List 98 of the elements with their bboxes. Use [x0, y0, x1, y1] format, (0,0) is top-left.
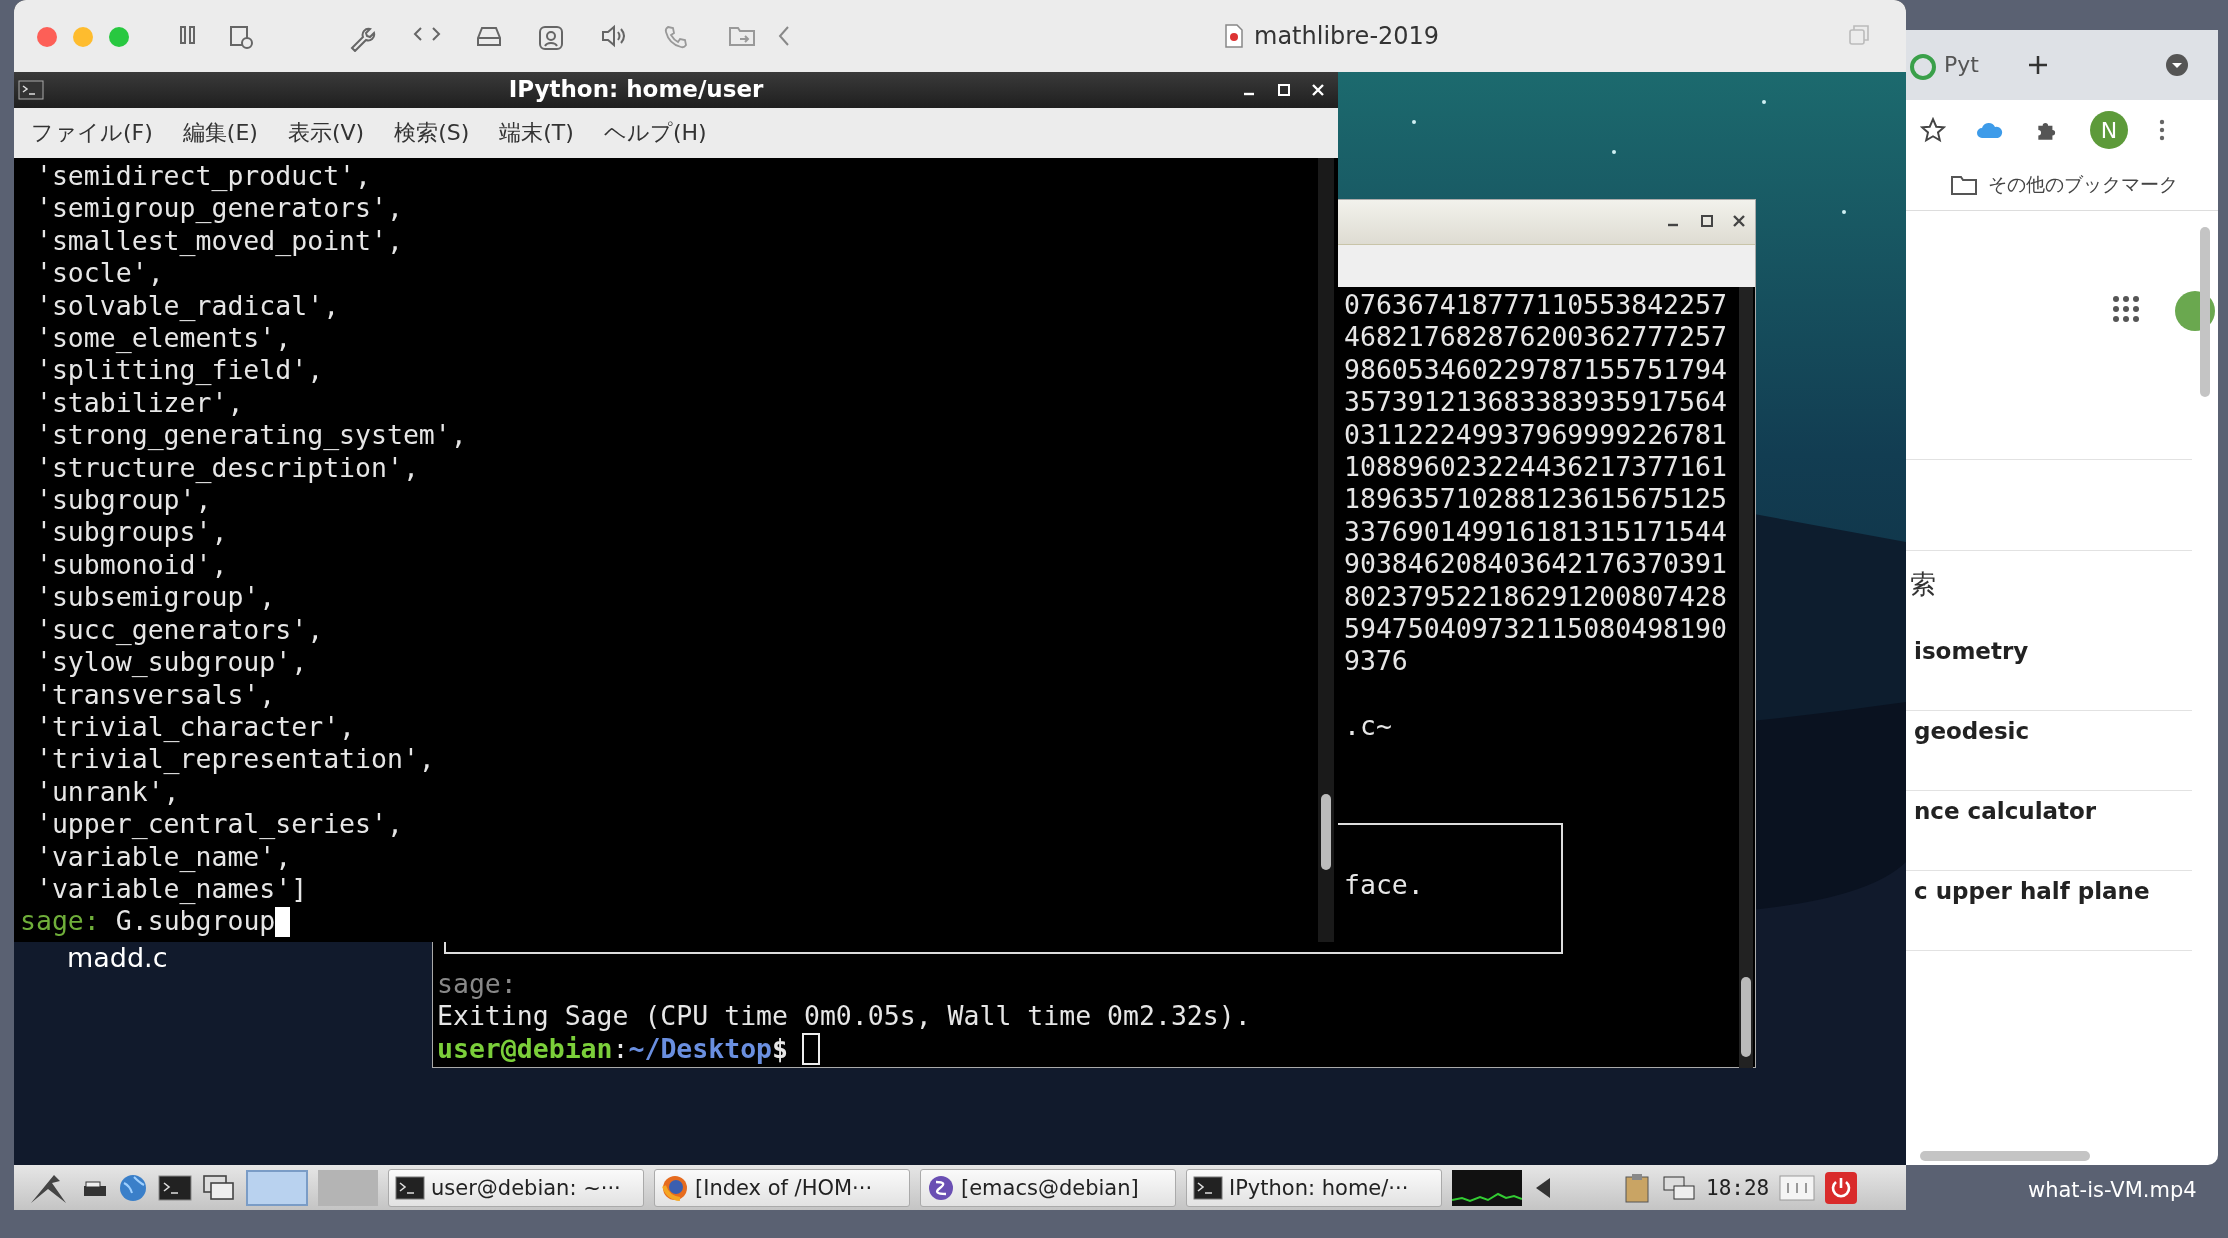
menu-item[interactable]: 編集(E): [182, 118, 258, 148]
globe-icon[interactable]: [118, 1172, 148, 1203]
terminal-line: 'semigroup_generators',: [34, 192, 404, 225]
clock[interactable]: 18:28: [1706, 1175, 1770, 1200]
cpu-graph-icon: [1452, 1169, 1522, 1206]
power-icon[interactable]: [1825, 1171, 1858, 1204]
tab-favicon-icon: [1910, 54, 1936, 80]
taskbar-button[interactable]: user@debian: ~···: [388, 1168, 644, 1207]
camera-icon[interactable]: [537, 24, 565, 52]
terminal-line: 9376: [1344, 645, 1409, 678]
section-heading: 索: [1910, 568, 1936, 601]
terminal-line: 'trivial_representation',: [34, 743, 436, 776]
speaker-icon[interactable]: [600, 24, 628, 48]
terminal-line: 'subsemigroup',: [34, 581, 277, 614]
scrollbar-thumb[interactable]: [1741, 977, 1751, 1057]
terminal-line: 031122249937969999226781: [1344, 418, 1727, 452]
terminal-line: 337690149916181315171544: [1344, 515, 1727, 549]
terminal-line: 'trivial_character',: [34, 710, 357, 744]
terminal-icon: [395, 1175, 425, 1200]
folder-icon[interactable]: [1950, 174, 1978, 196]
terminal-line: 'solvable_radical',: [34, 289, 341, 323]
terminal-line: 468217682876200362777257: [1344, 321, 1727, 354]
more-icon[interactable]: [2158, 118, 2166, 142]
sage-prompt: sage:: [20, 905, 100, 938]
browser-tab[interactable]: Pyt: [1944, 52, 1979, 77]
sage-prompt: sage:: [437, 968, 518, 1001]
close-icon[interactable]: [1732, 214, 1746, 228]
maximize-icon[interactable]: [1700, 214, 1714, 228]
close-button[interactable]: [37, 27, 57, 47]
globe-icon: [661, 1173, 689, 1202]
terminal-line: 986053460229787155751794: [1344, 353, 1727, 387]
terminal-line: 'transversals',: [34, 678, 277, 711]
terminal-icon: [18, 80, 44, 100]
desktop-file-label[interactable]: madd.c: [67, 942, 168, 973]
menu-item[interactable]: ファイル(F): [31, 118, 153, 148]
new-tab-icon[interactable]: [2027, 54, 2049, 76]
terminal-line: 'structure_description',: [34, 451, 420, 485]
menu-item[interactable]: ヘルプ(H): [603, 118, 707, 148]
terminal-line: 'succ_generators',: [34, 613, 325, 647]
terminal-line: 'socle',: [34, 257, 165, 290]
file-label[interactable]: what-is-VM.mp4: [2028, 1178, 2197, 1202]
menu-item[interactable]: 検索(S): [394, 118, 470, 148]
dropdown-icon[interactable]: [2165, 53, 2189, 77]
back-chevron-icon[interactable]: [777, 24, 791, 48]
drive-icon[interactable]: [475, 24, 503, 48]
menu-item[interactable]: 端末(T): [499, 118, 574, 148]
text-cursor: [275, 906, 291, 937]
terminal-line: 'upper_central_series',: [34, 808, 404, 841]
shell-user: user@debian: [437, 1032, 613, 1066]
window-title: mathlibre-2019: [1254, 22, 1440, 50]
terminal-line: 076367418777110553842257: [1344, 289, 1727, 322]
terminal-line: 'unrank',: [34, 775, 181, 809]
terminal-line: 'subgroup',: [34, 484, 213, 517]
window-title: IPython: home/user: [507, 76, 765, 102]
command-input[interactable]: G.subgroup: [115, 905, 276, 938]
scrollbar-thumb[interactable]: [1920, 1151, 2090, 1161]
taskbar-button[interactable]: [Index of /HOM···: [654, 1168, 910, 1207]
shell-path: ~/Desktop: [628, 1032, 773, 1066]
snapshot-icon[interactable]: [228, 24, 254, 50]
keyboard-icon[interactable]: [1779, 1174, 1816, 1201]
star-icon[interactable]: [1920, 117, 1946, 143]
taskbar-button[interactable]: IPython: home/···: [1186, 1168, 1442, 1207]
terminal-line: 594750409732115080498190: [1344, 613, 1727, 646]
terminal-line: 357391213683383935917564: [1344, 386, 1727, 419]
windows-icon[interactable]: [202, 1173, 236, 1202]
terminal-line: 'subgroups',: [34, 516, 229, 549]
taskbar-button[interactable]: [emacs@debian]: [920, 1168, 1176, 1207]
terminal-line: 'variable_name',: [34, 840, 293, 873]
terminal-line: 'sylow_subgroup',: [34, 646, 309, 679]
terminal-line: 'some_elements',: [34, 322, 293, 355]
terminal-line: 'submonoid',: [34, 548, 229, 582]
cloud-icon[interactable]: [1976, 120, 2004, 140]
terminal-line: face.: [1344, 868, 1425, 902]
terminal-line: 'strong_generating_system',: [34, 419, 467, 452]
menu-item[interactable]: 表示(V): [287, 118, 365, 148]
terminal-icon: [1193, 1175, 1223, 1200]
shell-separator: :: [612, 1032, 629, 1066]
apps-grid-icon[interactable]: [2112, 295, 2140, 323]
terminal-line: 'smallest_moved_point',: [34, 224, 404, 258]
scrollbar-thumb[interactable]: [2200, 227, 2210, 397]
terminal-line: 'variable_names']: [34, 872, 309, 906]
bookmark-folder[interactable]: その他のブックマーク: [1988, 172, 2178, 198]
terminal-icon[interactable]: [158, 1174, 192, 1201]
terminal-line: .c~: [1344, 710, 1393, 743]
scrollbar-thumb[interactable]: [1321, 794, 1331, 870]
text-cursor: [802, 1033, 821, 1065]
terminal-line: 'semidirect_product',: [34, 160, 372, 193]
document-icon: [1224, 24, 1244, 48]
clipboard-icon[interactable]: [1622, 1171, 1652, 1204]
terminal-line: 108896023224436217377161: [1344, 451, 1727, 484]
terminal-line: 189635710288123615675125: [1344, 483, 1727, 516]
emacs-icon: [927, 1173, 955, 1202]
terminal-line: 802379522186291200807428: [1344, 580, 1727, 614]
terminal-line: Exiting Sage (CPU time 0m0.05s, Wall time 0m2.32s).: [437, 1000, 1251, 1033]
terminal-line: 'stabilizer',: [34, 386, 245, 420]
terminal-line: 903846208403642176370391: [1344, 548, 1727, 581]
terminal-line: 'splitting_field',: [34, 354, 325, 387]
shell-prompt-sign: $: [772, 1032, 789, 1066]
